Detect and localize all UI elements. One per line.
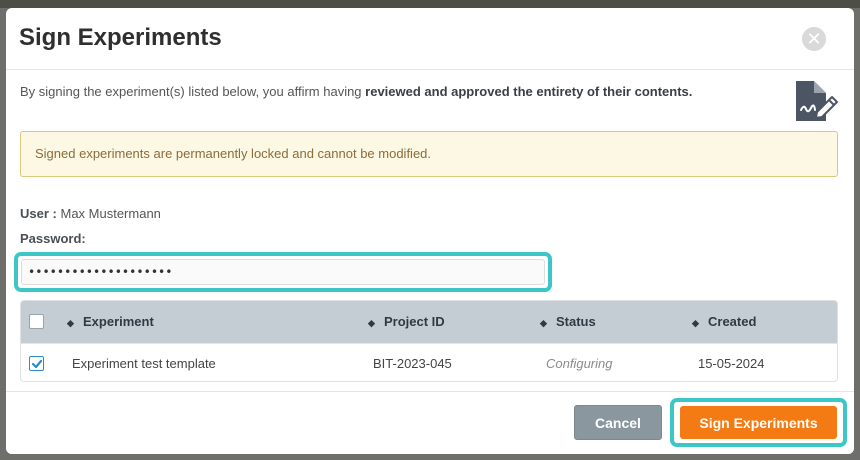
- sort-icon: ◆: [692, 318, 699, 328]
- user-label: User :: [20, 206, 57, 221]
- sign-experiments-button[interactable]: Sign Experiments: [680, 406, 837, 439]
- experiments-table: ◆ Experiment ◆ Project ID ◆ Status ◆ Created…: [20, 300, 838, 382]
- user-line: User : Max Mustermann: [20, 206, 161, 221]
- row-checkbox[interactable]: [29, 356, 44, 371]
- password-label: Password:: [20, 231, 86, 246]
- password-input[interactable]: [21, 259, 545, 285]
- locked-warning-alert: Signed experiments are permanently locke…: [20, 131, 838, 177]
- cell-project-id: BIT-2023-045: [373, 356, 452, 371]
- cell-experiment[interactable]: Experiment test template: [72, 356, 216, 371]
- column-label: Status: [556, 314, 596, 329]
- table-header: ◆ Experiment ◆ Project ID ◆ Status ◆ Created: [21, 301, 837, 343]
- password-focus-ring: [14, 252, 552, 292]
- modal-title: Sign Experiments: [19, 24, 222, 51]
- sort-icon: ◆: [67, 318, 74, 328]
- modal-header: Sign Experiments ✕: [6, 8, 854, 70]
- column-label: Project ID: [384, 314, 445, 329]
- select-all-checkbox[interactable]: [29, 314, 44, 329]
- cell-status: Configuring: [546, 356, 613, 371]
- cancel-button[interactable]: Cancel: [574, 405, 662, 440]
- column-header-project-id[interactable]: ◆ Project ID: [368, 314, 445, 329]
- column-label: Experiment: [83, 314, 154, 329]
- signature-document-icon: [796, 81, 838, 121]
- intro-text: By signing the experiment(s) listed belo…: [20, 83, 760, 101]
- column-header-created[interactable]: ◆ Created: [692, 314, 756, 329]
- checkmark-icon: [31, 359, 43, 369]
- sign-button-focus-ring: Sign Experiments: [670, 398, 847, 447]
- column-header-experiment[interactable]: ◆ Experiment: [67, 314, 154, 329]
- sort-icon: ◆: [540, 318, 547, 328]
- close-icon[interactable]: ✕: [802, 27, 826, 51]
- intro-prefix: By signing the experiment(s) listed belo…: [20, 84, 366, 99]
- table-row[interactable]: Experiment test template BIT-2023-045 Co…: [21, 343, 837, 381]
- column-header-status[interactable]: ◆ Status: [540, 314, 596, 329]
- sort-icon: ◆: [368, 318, 375, 328]
- page-backdrop: [0, 0, 860, 8]
- column-label: Created: [708, 314, 757, 329]
- modal-footer: Cancel Sign Experiments: [6, 391, 854, 454]
- user-name: Max Mustermann: [60, 206, 161, 221]
- cell-created: 15-05-2024: [698, 356, 765, 371]
- intro-emphasis: reviewed and approved the entirety of th…: [365, 84, 693, 99]
- sign-experiments-modal: Sign Experiments ✕ By signing the experi…: [6, 8, 854, 454]
